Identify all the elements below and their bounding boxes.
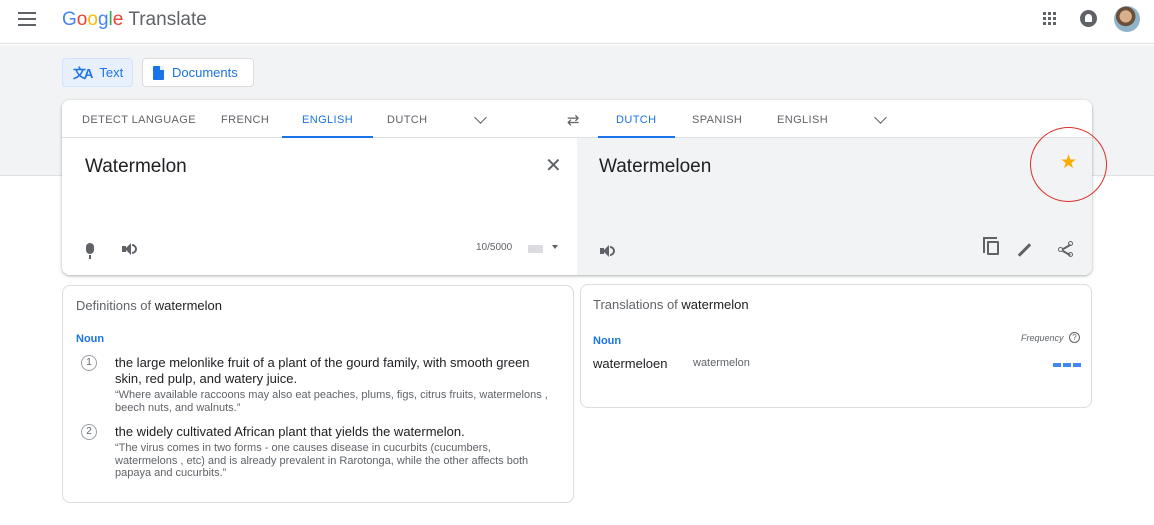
text-mode-label: Text <box>99 65 124 80</box>
definition-example: “The virus comes in two forms - one caus… <box>115 442 529 479</box>
frequency-bars <box>1053 363 1081 367</box>
tab-target-spanish[interactable]: SPANISH <box>692 100 742 138</box>
source-listen-icon[interactable] <box>122 242 137 256</box>
google-translate-logo[interactable]: Google Translate <box>62 9 207 31</box>
logo-letter: o <box>76 9 88 30</box>
translations-part-of-speech: Noun <box>593 335 622 347</box>
apps-grid-icon[interactable] <box>1043 12 1057 26</box>
target-listen-icon[interactable] <box>600 244 615 258</box>
tab-source-english[interactable]: ENGLISH <box>282 100 374 138</box>
translation-card: DETECT LANGUAGE FRENCH ENGLISH DUTCH ⇄ D… <box>62 100 1092 275</box>
document-icon <box>153 65 164 80</box>
frequency-label: Frequency <box>1021 333 1064 343</box>
definition-text: the widely cultivated African plant that… <box>115 424 465 439</box>
text-mode-button[interactable]: 文A Text <box>62 58 133 87</box>
source-text-input[interactable]: Watermelon <box>85 156 187 178</box>
definitions-title-word: watermelon <box>154 298 222 313</box>
translate-text-icon: 文A <box>73 66 93 81</box>
definitions-title-prefix: Definitions of <box>76 298 152 313</box>
clear-source-icon[interactable]: ✕ <box>545 156 562 176</box>
language-bar: DETECT LANGUAGE FRENCH ENGLISH DUTCH ⇄ D… <box>62 100 1092 138</box>
translations-card: Translations of watermelon Noun Frequenc… <box>580 284 1092 408</box>
definition-text: the large melonlike fruit of a plant of … <box>115 355 530 386</box>
keyboard-dropdown-icon[interactable] <box>552 245 558 249</box>
translations-title-prefix: Translations of <box>593 297 678 312</box>
definitions-card: Definitions of watermelon Noun 1 the lar… <box>62 285 574 503</box>
logo-letter: G <box>62 9 77 30</box>
tab-source-french[interactable]: FRENCH <box>221 100 269 138</box>
source-more-languages-icon[interactable] <box>474 111 487 124</box>
swap-languages-icon[interactable]: ⇄ <box>567 111 580 129</box>
source-pane[interactable]: Watermelon ✕ 10/5000 <box>62 138 577 275</box>
definition-number: 1 <box>81 355 97 371</box>
documents-mode-label: Documents <box>172 65 238 80</box>
logo-letter: o <box>87 9 98 30</box>
tab-detect-language[interactable]: DETECT LANGUAGE <box>82 100 196 138</box>
target-pane: Watermeloen ★ <box>577 138 1092 275</box>
frequency-help-icon[interactable]: ? <box>1069 332 1080 343</box>
definition-number: 2 <box>81 424 97 440</box>
logo-letter: g <box>97 9 109 30</box>
translation-word[interactable]: watermeloen <box>593 356 667 371</box>
translations-title: Translations of watermelon <box>593 297 749 312</box>
notifications-icon[interactable] <box>1080 10 1097 27</box>
product-name: Translate <box>128 9 207 30</box>
logo-letter: e <box>112 9 124 30</box>
tab-target-english[interactable]: ENGLISH <box>777 100 828 138</box>
target-more-languages-icon[interactable] <box>874 111 887 124</box>
edit-pencil-icon[interactable] <box>1017 243 1032 257</box>
translations-title-word: watermelon <box>681 297 749 312</box>
definitions-title: Definitions of watermelon <box>76 298 222 313</box>
tab-source-dutch[interactable]: DUTCH <box>387 100 428 138</box>
account-avatar[interactable] <box>1114 6 1140 32</box>
documents-mode-button[interactable]: Documents <box>142 58 254 87</box>
star-highlight-circle <box>1030 127 1107 202</box>
app-header: Google Translate <box>0 0 1154 44</box>
tab-target-dutch[interactable]: DUTCH <box>598 100 675 138</box>
share-icon[interactable] <box>1058 241 1074 257</box>
definitions-part-of-speech: Noun <box>76 333 105 345</box>
microphone-icon[interactable] <box>86 243 94 259</box>
reverse-translation: watermelon <box>693 357 750 369</box>
main-menu-icon[interactable] <box>18 12 36 26</box>
keyboard-icon[interactable] <box>528 245 543 253</box>
character-counter: 10/5000 <box>476 242 513 253</box>
copy-icon[interactable] <box>983 237 999 255</box>
translation-output: Watermeloen <box>599 156 712 177</box>
definition-example: “Where available raccoons may also eat p… <box>115 389 548 414</box>
